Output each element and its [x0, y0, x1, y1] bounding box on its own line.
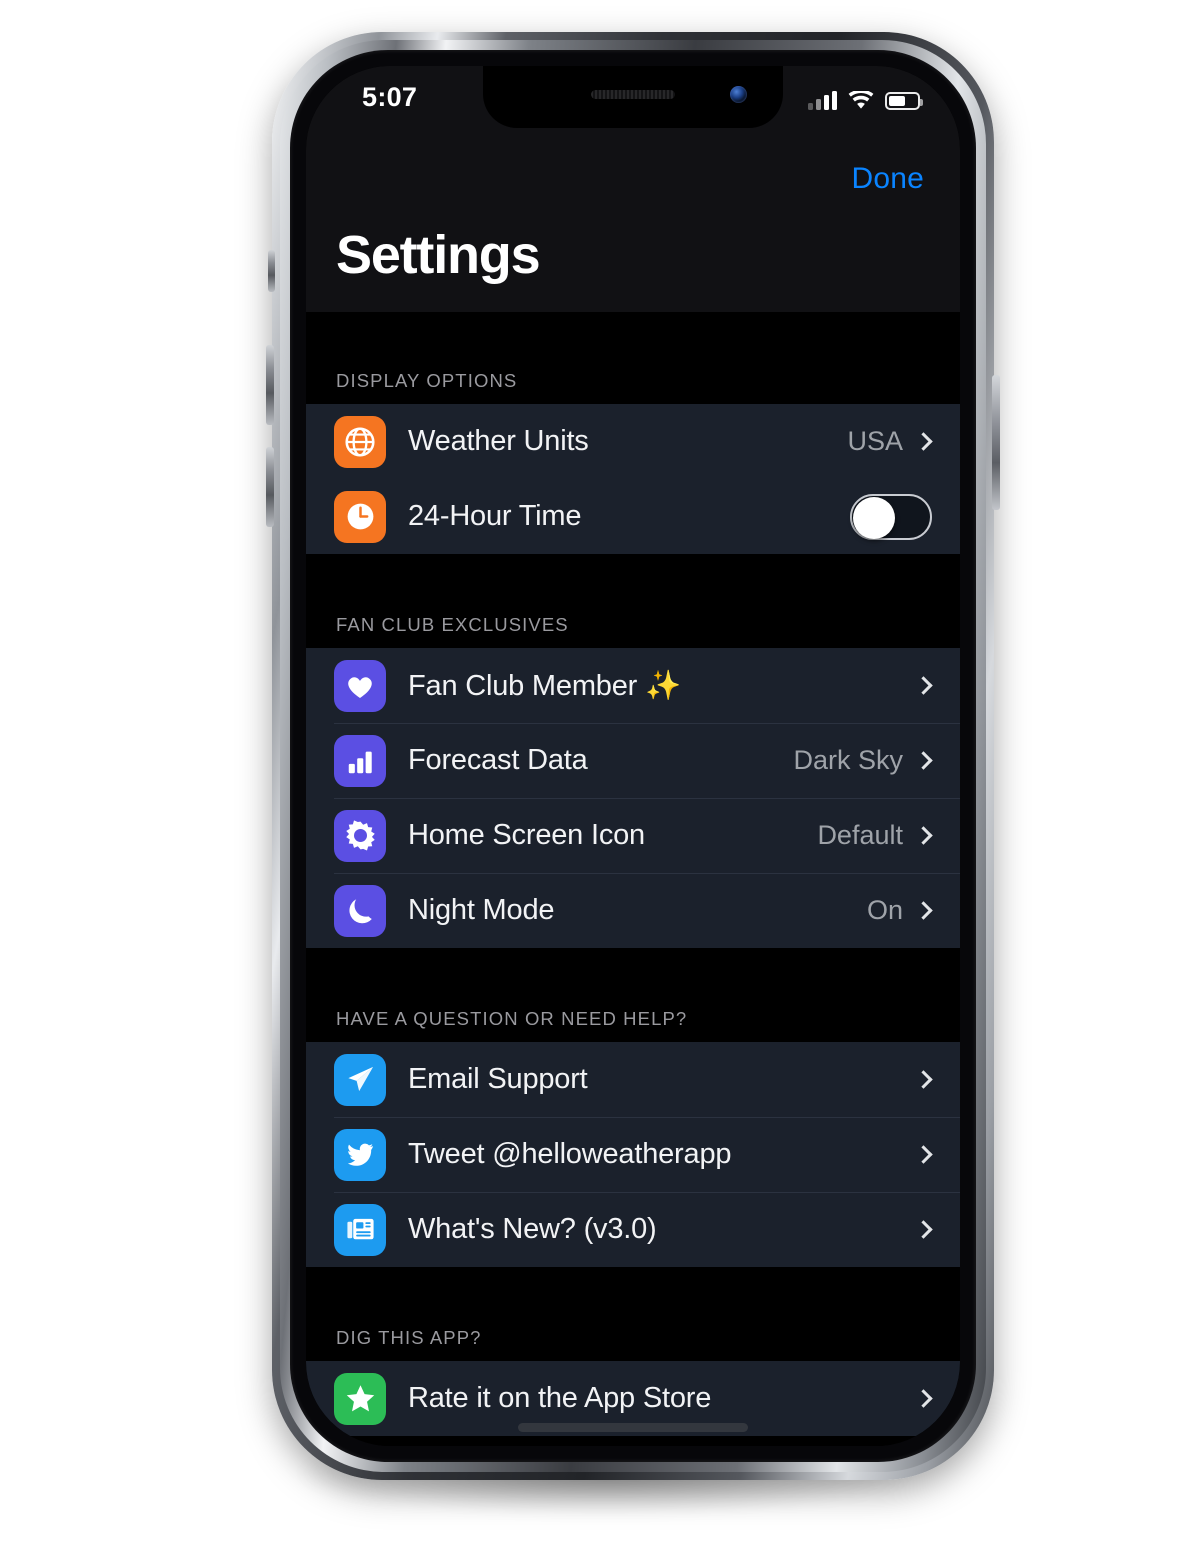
done-button[interactable]: Done: [851, 162, 924, 196]
settings-row-value: On: [866, 895, 903, 925]
settings-group: Email Support Tweet @helloweatherapp What'…: [306, 1042, 960, 1267]
sparkles-icon: ✨: [637, 669, 681, 702]
settings-row-label: Home Screen Icon: [408, 819, 645, 851]
settings-row-accessory: On: [867, 895, 934, 926]
phone-screen: 5:07 Done Settings DISPLAY OPTIONS Weath…: [306, 66, 960, 1446]
toggle-knob: [853, 496, 895, 539]
settings-row-accessory: [850, 493, 934, 540]
settings-row-label: Tweet @helloweatherapp: [408, 1138, 732, 1170]
settings-row[interactable]: What's New? (v3.0): [306, 1192, 960, 1267]
settings-sections-list: DISPLAY OPTIONS Weather Units USA 24-Hour T…: [306, 312, 960, 1436]
settings-row-accessory: Dark Sky: [793, 745, 934, 776]
settings-row-label: What's New? (v3.0): [408, 1213, 657, 1245]
settings-group: Fan Club Member ✨ Forecast Data Dark Sky Ho…: [306, 648, 960, 948]
settings-row[interactable]: 24-Hour Time: [306, 479, 960, 554]
status-bar-indicators: [808, 86, 923, 110]
volume-up-button[interactable]: [266, 345, 274, 425]
earpiece-speaker-icon: [591, 90, 675, 99]
settings-row-label: Weather Units: [408, 425, 589, 457]
newspaper-icon: [334, 1203, 386, 1256]
battery-icon: [885, 92, 923, 110]
front-camera-icon: [730, 86, 747, 103]
section-header: FAN CLUB EXCLUSIVES: [336, 614, 569, 635]
chevron-right-icon: [914, 1389, 933, 1408]
toggle-switch[interactable]: [850, 493, 932, 540]
settings-row-label: 24-Hour Time: [408, 500, 582, 532]
chevron-right-icon: [914, 1145, 933, 1164]
sun-icon: [334, 809, 386, 862]
chevron-right-icon: [914, 751, 933, 770]
chevron-right-icon: [914, 901, 933, 920]
power-button[interactable]: [992, 375, 1000, 510]
settings-row-accessory: [914, 676, 934, 695]
screenshot-stage: 5:07 Done Settings DISPLAY OPTIONS Weath…: [0, 0, 1200, 1547]
status-bar-time: 5:07: [362, 82, 418, 112]
settings-row-accessory: USA: [847, 426, 934, 457]
wifi-icon: [848, 89, 874, 110]
chevron-right-icon: [914, 826, 933, 845]
heart-icon: [334, 659, 386, 712]
page-title: Settings: [336, 225, 541, 285]
moon-icon: [334, 884, 386, 937]
settings-row-accessory: [914, 1070, 934, 1089]
settings-row-label: Night Mode: [408, 894, 555, 926]
settings-row[interactable]: Home Screen Icon Default: [306, 798, 960, 873]
settings-row-label: Rate it on the App Store: [408, 1382, 712, 1414]
section-header: HAVE A QUESTION OR NEED HELP?: [336, 1008, 688, 1029]
settings-row-accessory: [914, 1145, 934, 1164]
settings-row[interactable]: Fan Club Member ✨: [306, 648, 960, 723]
settings-row-value: Default: [817, 820, 903, 850]
mute-switch-button[interactable]: [268, 250, 275, 292]
settings-row[interactable]: Tweet @helloweatherapp: [306, 1117, 960, 1192]
settings-row[interactable]: Night Mode On: [306, 873, 960, 948]
section-header: DIG THIS APP?: [336, 1327, 482, 1348]
clock-icon: [334, 490, 386, 543]
chevron-right-icon: [914, 676, 933, 695]
chevron-right-icon: [914, 432, 933, 451]
settings-row[interactable]: Email Support: [306, 1042, 960, 1117]
settings-row-label: Fan Club Member ✨: [408, 669, 681, 702]
globe-icon: [334, 415, 386, 468]
bar-chart-icon: [334, 734, 386, 787]
chevron-right-icon: [914, 1070, 933, 1089]
settings-row-value: Dark Sky: [793, 745, 903, 775]
settings-row-accessory: [914, 1389, 934, 1408]
settings-row-value: USA: [847, 426, 903, 456]
star-icon: [334, 1372, 386, 1425]
settings-group: Weather Units USA 24-Hour Time: [306, 404, 960, 554]
volume-down-button[interactable]: [266, 447, 274, 527]
settings-row-label: Email Support: [408, 1063, 588, 1095]
settings-row-accessory: Default: [817, 820, 934, 851]
settings-row[interactable]: Forecast Data Dark Sky: [306, 723, 960, 798]
cellular-bars-icon: [808, 91, 837, 110]
device-notch: [483, 66, 783, 128]
section-header: DISPLAY OPTIONS: [336, 370, 518, 391]
chevron-right-icon: [914, 1220, 933, 1239]
home-indicator[interactable]: [518, 1423, 748, 1432]
settings-row[interactable]: Weather Units USA: [306, 404, 960, 479]
settings-row-label: Forecast Data: [408, 744, 588, 776]
settings-row-accessory: [914, 1220, 934, 1239]
twitter-bird-icon: [334, 1128, 386, 1181]
settings-screen: Done Settings DISPLAY OPTIONS Weather Uni…: [306, 66, 960, 1446]
paper-plane-icon: [334, 1053, 386, 1106]
